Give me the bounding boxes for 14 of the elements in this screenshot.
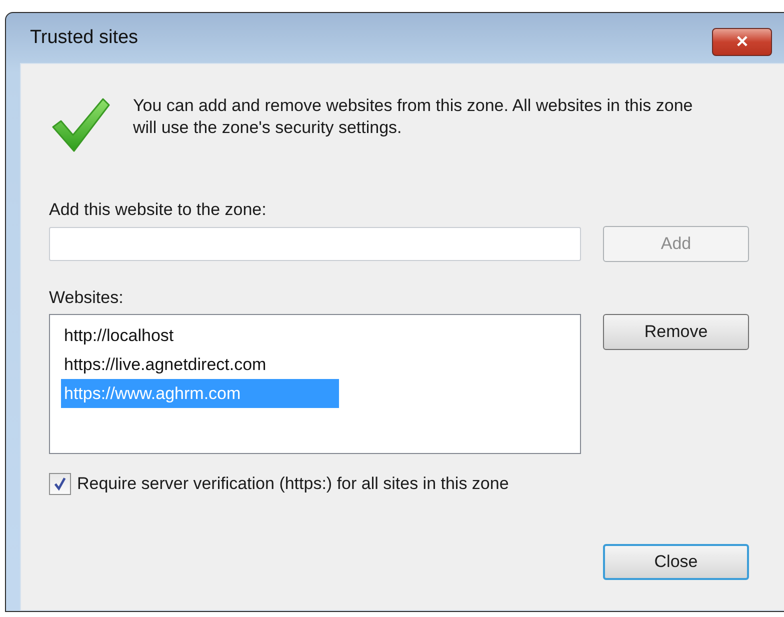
remove-button[interactable]: Remove [603, 314, 749, 350]
add-website-label: Add this website to the zone: [49, 200, 266, 220]
close-dialog-button[interactable]: Close [603, 544, 749, 580]
checkbox[interactable] [49, 473, 71, 495]
tick-icon [53, 477, 67, 491]
checkmark-icon [51, 97, 111, 153]
checkbox-label: Require server verification (https:) for all sites in this zone [77, 474, 509, 494]
window-title: Trusted sites [30, 27, 138, 49]
website-item[interactable]: http://localhost [61, 321, 177, 350]
info-message: You can add and remove websites from this zone. All websites in this zone will use the zone's security settings. [133, 95, 693, 139]
website-input-field[interactable] [49, 227, 581, 261]
website-item[interactable]: https://live.agnetdirect.com [61, 350, 270, 379]
websites-label: Websites: [49, 288, 124, 308]
close-button[interactable]: ✕ [712, 28, 772, 56]
